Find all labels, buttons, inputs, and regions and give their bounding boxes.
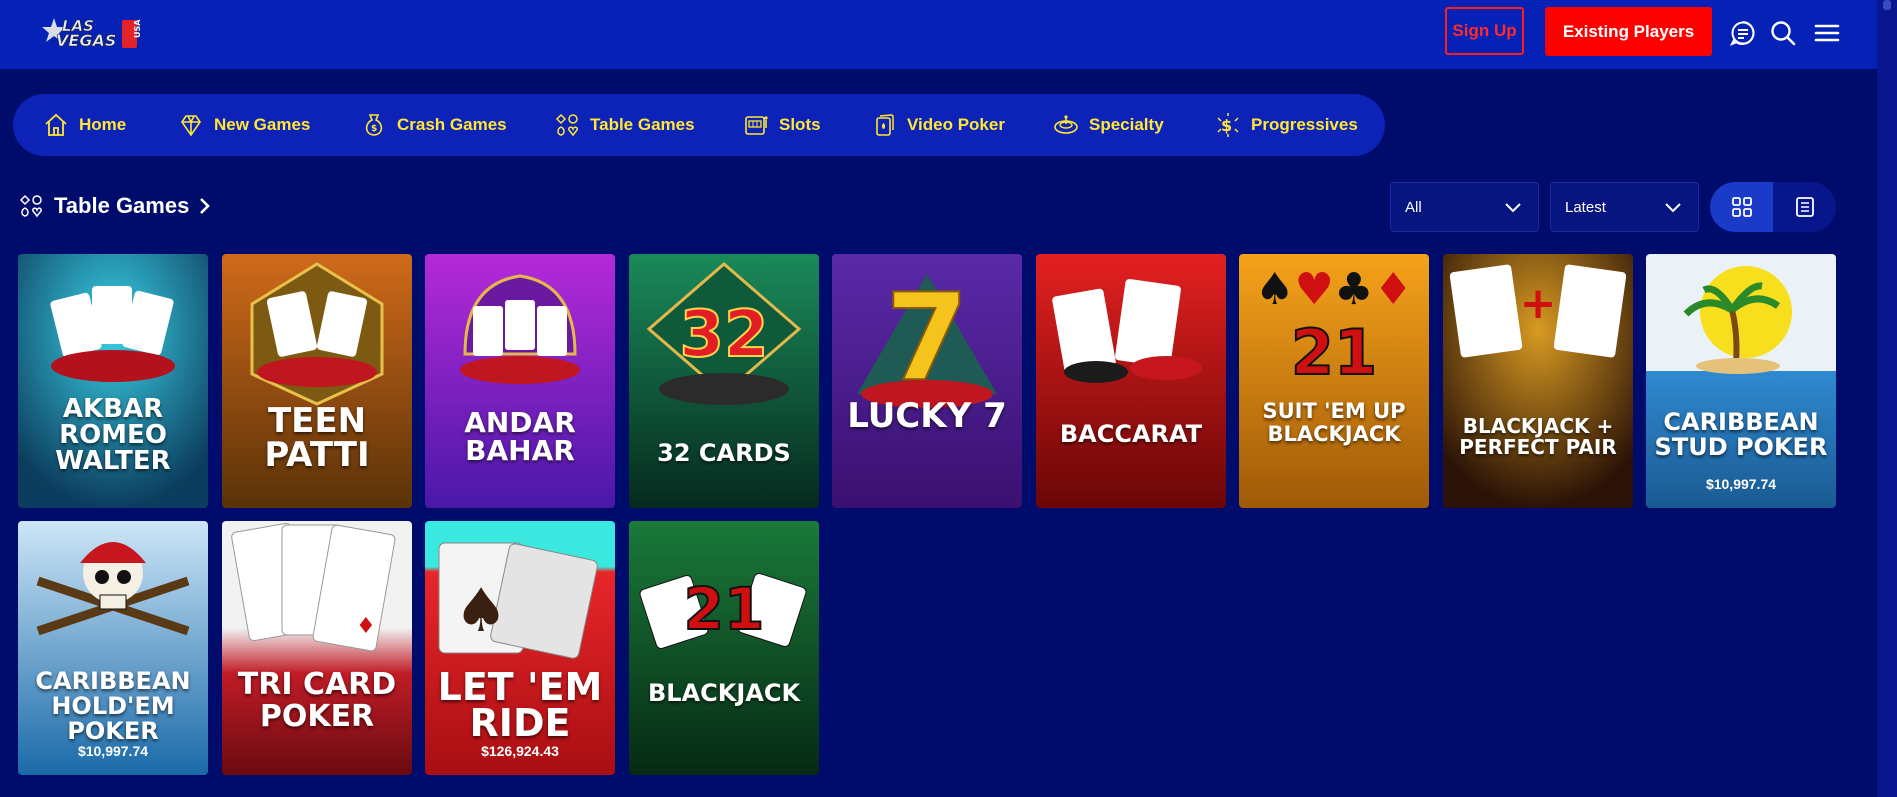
svg-text:VEGAS: VEGAS <box>56 31 116 50</box>
game-title: BACCARAT <box>1059 420 1203 448</box>
game-tile-tri-card-poker[interactable]: ♦ TRI CARD POKER <box>222 521 412 775</box>
game-artwork: + <box>1443 254 1633 508</box>
game-title: BLACKJACK <box>647 679 801 707</box>
nav-item-specialty[interactable]: Specialty <box>1053 94 1164 156</box>
game-artwork: 21 <box>629 521 819 775</box>
game-title: AKBAR ROMEO WALTER <box>55 394 171 476</box>
game-title: CARIBBEAN HOLD'EM POKER <box>35 667 191 746</box>
filter-select[interactable]: All <box>1390 182 1539 232</box>
chevron-down-icon <box>1665 203 1681 213</box>
chevron-down-icon <box>1505 203 1521 213</box>
nav-item-video-poker[interactable]: Video Poker <box>871 94 1005 156</box>
game-title: TRI CARD POKER <box>237 667 397 734</box>
cards-icon <box>876 114 894 136</box>
grid-view-button[interactable] <box>1710 182 1773 232</box>
game-title: LET 'EM RIDE <box>437 665 603 746</box>
svg-text:♠♥♣♦: ♠♥♣♦ <box>1255 264 1413 315</box>
game-tile-teen-patti[interactable]: TEEN PATTI <box>222 254 412 508</box>
game-title: ANDAR BAHAR <box>464 406 576 467</box>
nav-item-table-games[interactable]: Table Games <box>554 94 695 156</box>
svg-text:$: $ <box>1221 116 1232 135</box>
game-artwork <box>425 254 615 508</box>
nav-item-home[interactable]: Home <box>43 94 126 156</box>
svg-text:USA: USA <box>133 19 142 38</box>
game-title: SUIT 'EM UP BLACKJACK <box>1262 399 1406 447</box>
existing-players-button[interactable]: Existing Players <box>1545 7 1712 56</box>
game-tile-andar-bahar[interactable]: ANDAR BAHAR <box>425 254 615 508</box>
card-suits-icon <box>19 194 42 218</box>
nav-label: Progressives <box>1251 115 1358 134</box>
view-toggle <box>1710 182 1836 232</box>
jackpot-amount: $126,924.43 <box>481 743 559 759</box>
game-tile-lucky-7[interactable]: 7 LUCKY 7 <box>832 254 1022 508</box>
nav-item-progressives[interactable]: $ Progressives <box>1215 94 1358 156</box>
game-artwork: 32 <box>629 254 819 508</box>
svg-text:$: $ <box>371 124 377 134</box>
search-icon[interactable] <box>1768 18 1798 48</box>
svg-text:+: + <box>1520 278 1557 329</box>
svg-text:♦: ♦ <box>356 614 376 639</box>
svg-text:21: 21 <box>684 575 765 643</box>
game-tile-caribbean-holdem-poker[interactable]: CARIBBEAN HOLD'EM POKER $10,997.74 <box>18 521 208 775</box>
chevron-right-icon <box>200 198 211 214</box>
svg-text:21: 21 <box>1291 316 1377 389</box>
home-icon <box>45 113 67 136</box>
nav-item-new-games[interactable]: New Games <box>178 94 310 156</box>
game-title: LUCKY 7 <box>847 396 1007 436</box>
jackpot-amount: $10,997.74 <box>1705 476 1777 492</box>
list-view-button[interactable] <box>1773 182 1836 232</box>
game-artwork <box>1646 254 1836 508</box>
game-title: BLACKJACK + PERFECT PAIR <box>1459 414 1617 459</box>
menu-icon[interactable] <box>1812 18 1842 48</box>
nav-label: Crash Games <box>397 115 507 134</box>
game-tile-caribbean-stud-poker[interactable]: CARIBBEAN STUD POKER $10,997.74 <box>1646 254 1836 508</box>
game-tile-akbar-romeo-walter[interactable]: AKBAR ROMEO WALTER <box>18 254 208 508</box>
section-title-label: Table Games <box>54 193 190 218</box>
diamond-icon <box>181 115 201 137</box>
svg-text:32: 32 <box>679 298 768 372</box>
nav-label: Specialty <box>1089 115 1164 134</box>
list-icon <box>1795 197 1814 217</box>
game-title: TEEN PATTI <box>264 401 370 475</box>
section-title[interactable]: Table Games <box>18 190 223 222</box>
game-tile-baccarat[interactable]: BACCARAT <box>1036 254 1226 508</box>
slot-machine-icon <box>745 116 768 135</box>
game-tile-32-cards[interactable]: 32 32 CARDS <box>629 254 819 508</box>
svg-text:♠: ♠ <box>454 576 508 646</box>
game-artwork: 7 <box>832 254 1022 508</box>
game-tile-blackjack[interactable]: 21 BLACKJACK <box>629 521 819 775</box>
game-artwork: ♦ <box>222 521 412 775</box>
sign-up-button[interactable]: Sign Up <box>1445 7 1524 55</box>
coin-stack-icon: $ <box>1217 113 1239 137</box>
chat-icon[interactable] <box>1728 18 1758 48</box>
grid-icon <box>1731 197 1752 217</box>
scrollbar[interactable] <box>1877 0 1897 797</box>
game-tile-suit-em-up-blackjack[interactable]: ♠♥♣♦ 21 SUIT 'EM UP BLACKJACK <box>1239 254 1429 508</box>
money-bag-icon: $ <box>365 114 383 136</box>
nav-label: New Games <box>214 115 311 134</box>
game-title: CARIBBEAN STUD POKER <box>1654 408 1828 462</box>
game-artwork <box>1036 254 1226 508</box>
nav-label: Home <box>79 115 127 134</box>
nav-label: Table Games <box>590 115 695 134</box>
nav-item-crash-games[interactable]: $ Crash Games <box>361 94 507 156</box>
jackpot-amount: $10,997.74 <box>77 743 149 759</box>
top-bar: LAS VEGAS USA Sign Up Existing Players <box>0 0 1877 69</box>
sort-value: Latest <box>1565 198 1606 216</box>
nav-label: Slots <box>779 115 821 134</box>
filter-value: All <box>1405 198 1422 216</box>
game-title: 32 CARDS <box>657 439 791 467</box>
card-suits-icon <box>555 113 578 137</box>
sort-select[interactable]: Latest <box>1550 182 1699 232</box>
game-tile-let-em-ride[interactable]: ♠ LET 'EM RIDE $126,924.43 <box>425 521 615 775</box>
game-tile-blackjack-perfect-pair[interactable]: + BLACKJACK + PERFECT PAIR <box>1443 254 1633 508</box>
game-artwork: ♠♥♣♦ 21 <box>1239 254 1429 508</box>
category-nav: Home New Games $ Crash Games Table Games… <box>13 94 1385 156</box>
nav-label: Video Poker <box>907 115 1005 134</box>
nav-item-slots[interactable]: Slots <box>743 94 821 156</box>
site-logo[interactable]: LAS VEGAS USA <box>42 14 157 52</box>
roulette-icon <box>1054 115 1078 134</box>
